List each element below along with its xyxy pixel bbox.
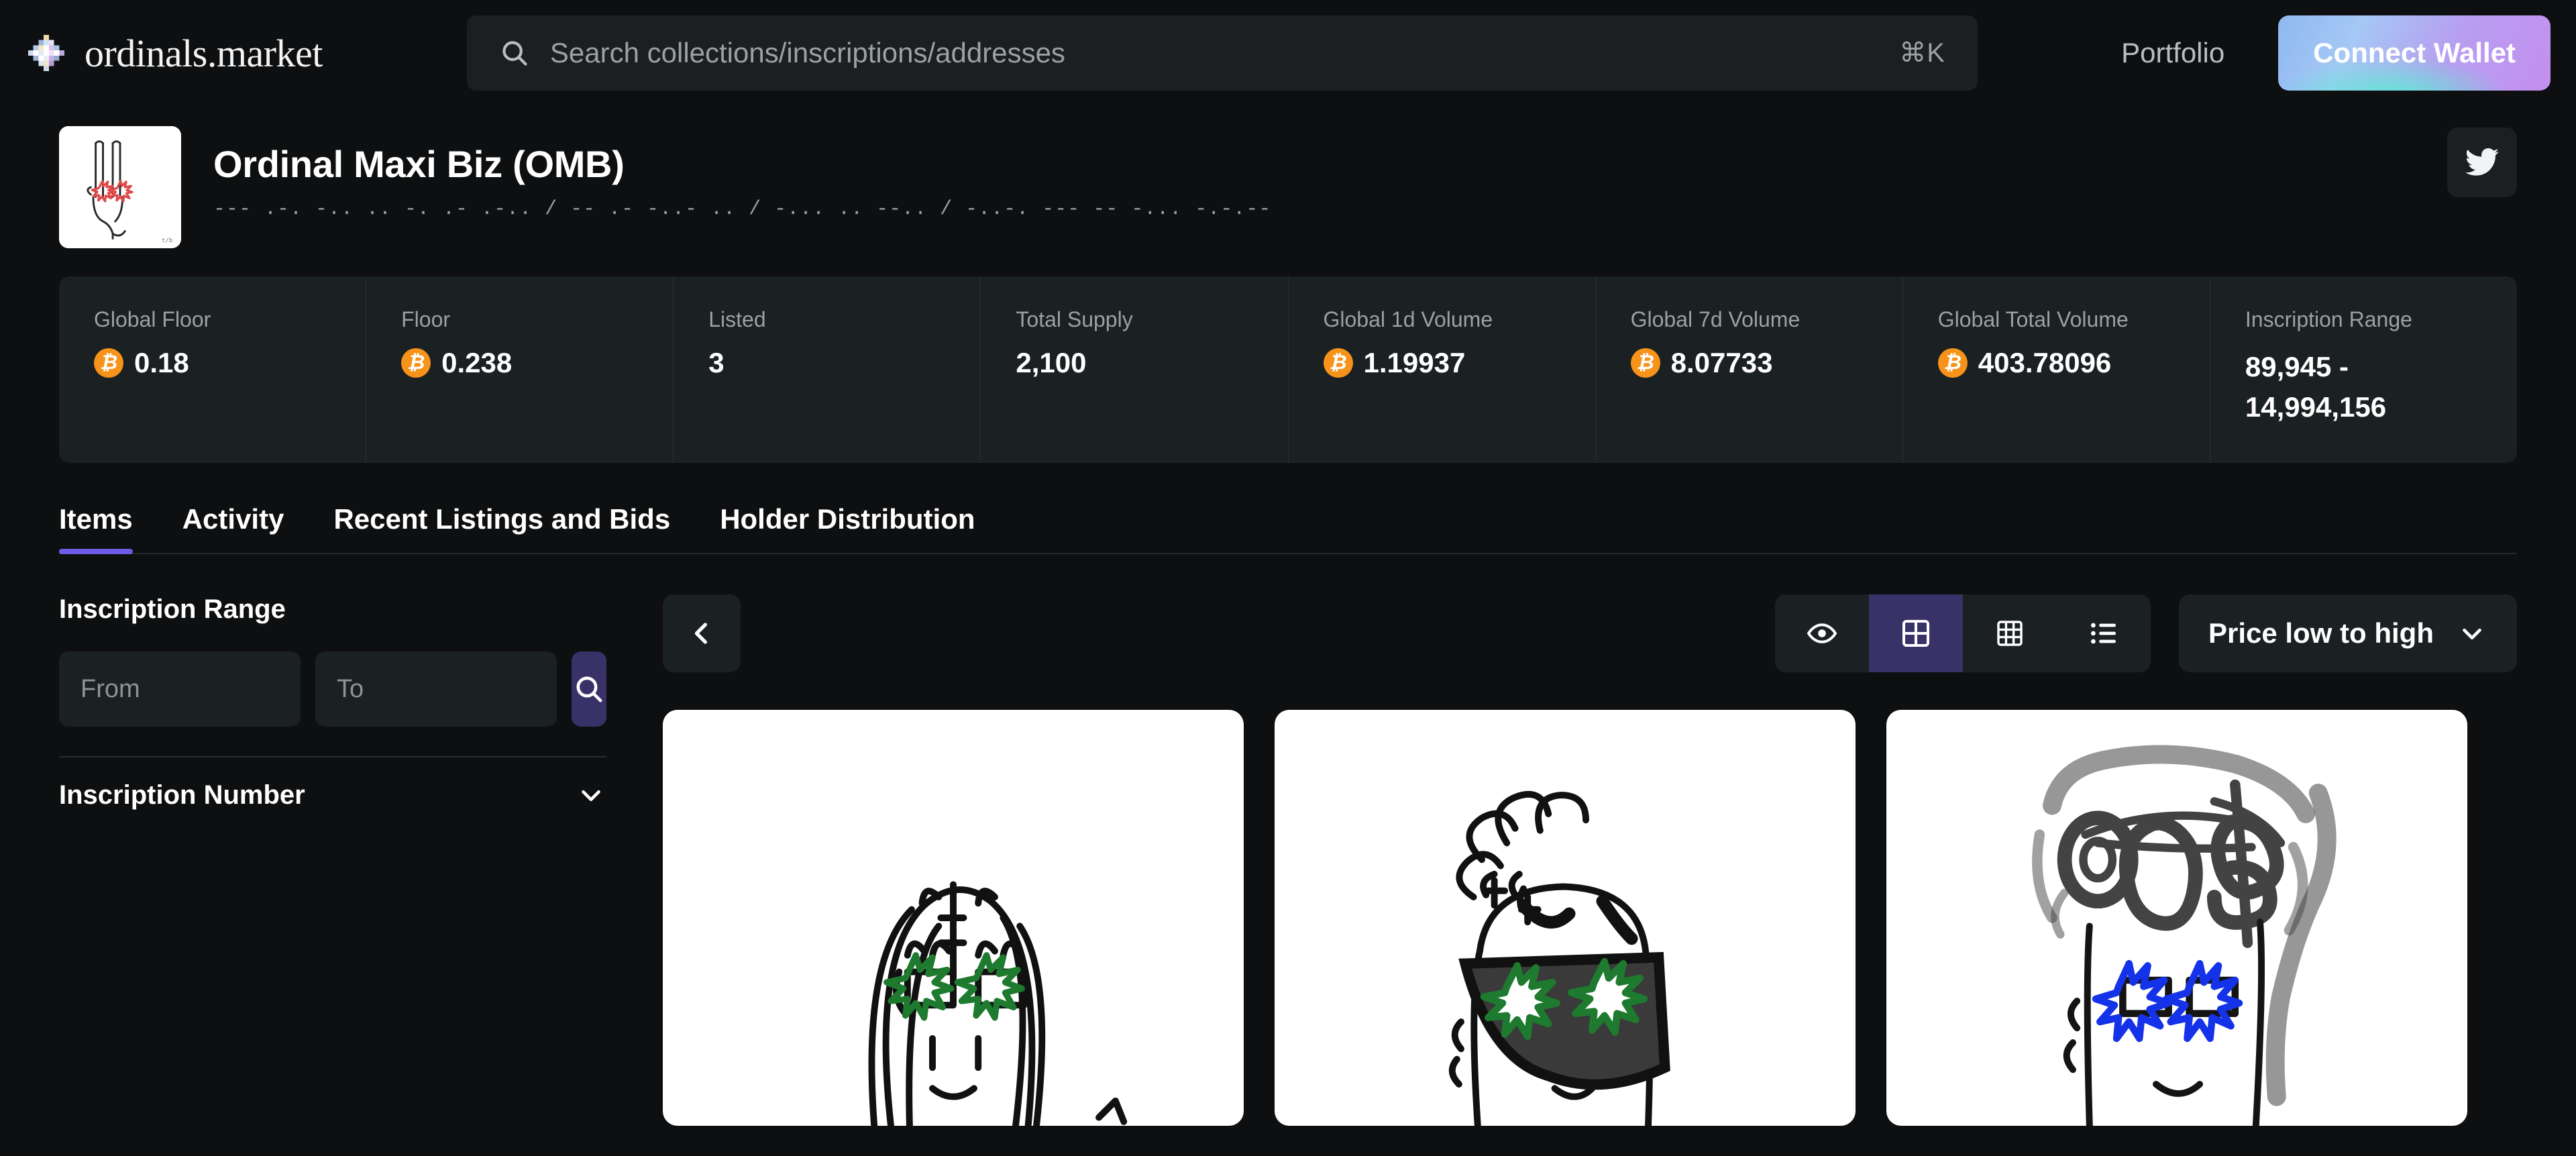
stat-inscription-range: Inscription Range 89,945 - 14,994,156: [2210, 276, 2517, 463]
sidebar-section-label: Inscription Number: [59, 780, 305, 810]
stat-value-row: ₿ 8.07733: [1630, 347, 1902, 379]
collection-title: Ordinal Maxi Biz (OMB): [213, 143, 625, 185]
portfolio-link[interactable]: Portfolio: [2121, 37, 2224, 69]
collection-header: t/b Ordinal Maxi Biz (OMB) --- .-. -.. .…: [0, 106, 2576, 248]
sort-dropdown-label: Price low to high: [2208, 617, 2434, 649]
bitcoin-icon: ₿: [1323, 348, 1353, 378]
search-icon: [502, 41, 527, 66]
stat-value: 403.78096: [1978, 347, 2112, 378]
inscription-card-3[interactable]: [1886, 710, 2467, 1126]
stat-value: 2,100: [1016, 347, 1087, 378]
stat-value-row: 2,100: [1016, 347, 1287, 379]
collection-subtitle: --- .-. -.. .. -. .- .-.. / -- .- -..- .…: [213, 198, 1272, 221]
twitter-icon: [2465, 148, 2499, 176]
items-toolbar: Price low to high: [663, 594, 2517, 672]
stat-value-row: ₿ 1.19937: [1323, 347, 1595, 379]
brand-logo-link[interactable]: ordinals.market: [25, 31, 323, 76]
sort-dropdown-button[interactable]: Price low to high: [2178, 594, 2517, 672]
grid-2x2-icon: [1902, 620, 1929, 647]
stat-value-row: 3: [708, 347, 980, 379]
bitcoin-icon: ₿: [1937, 348, 1968, 378]
search-icon: [576, 676, 602, 702]
stat-label: Global Floor: [94, 307, 211, 331]
eye-icon: [1807, 623, 1837, 643]
collection-avatar-art: t/b: [59, 126, 181, 248]
stat-listed: Listed 3: [674, 276, 981, 463]
stat-value: 3: [708, 347, 724, 378]
sidebar-section-inscription-number[interactable]: Inscription Number: [59, 757, 606, 833]
stat-label: Total Supply: [1016, 307, 1133, 331]
grid-dense-view-button[interactable]: [1963, 594, 2057, 672]
bitcoin-icon: ₿: [401, 348, 431, 378]
preview-view-button[interactable]: [1775, 594, 1869, 672]
search-bar[interactable]: ⌘K: [466, 15, 1978, 91]
inscription-art-omb-graffiti-hair: [1969, 710, 2385, 1126]
stat-value-row: ₿ 0.18: [94, 347, 366, 379]
stat-value-row: ₿ 0.238: [401, 347, 673, 379]
inscription-from-input[interactable]: [59, 651, 301, 727]
brand-name: ordinals.market: [85, 31, 323, 75]
toolbar-right-group: Price low to high: [1774, 594, 2517, 672]
tab-holder-distribution[interactable]: Holder Distribution: [720, 503, 975, 553]
list-view-button[interactable]: [2057, 594, 2151, 672]
stat-value-row: ₿ 403.78096: [1937, 347, 2210, 379]
grid-large-view-button[interactable]: [1868, 594, 1963, 672]
search-shortcut-hint: ⌘K: [1899, 38, 1945, 68]
stat-global-1d-volume: Global 1d Volume ₿ 1.19937: [1289, 276, 1596, 463]
items-content: Price low to high: [663, 594, 2517, 1126]
stat-global-7d-volume: Global 7d Volume ₿ 8.07733: [1596, 276, 1903, 463]
stat-label: Global Total Volume: [1937, 307, 2129, 331]
inscription-art-curly-bitcoin-hair-sunglasses: [1357, 710, 1773, 1126]
stat-value: 0.238: [441, 347, 513, 378]
view-mode-group: [1774, 594, 2151, 672]
tab-recent-listings-and-bids[interactable]: Recent Listings and Bids: [333, 503, 670, 553]
stat-label: Floor: [401, 307, 451, 331]
grid-dense-icon: [1997, 621, 2023, 646]
list-icon: [2090, 623, 2116, 644]
chevron-left-icon: [694, 623, 708, 644]
twitter-link-button[interactable]: [2447, 127, 2517, 197]
stat-floor: Floor ₿ 0.238: [366, 276, 674, 463]
stat-value: 1.19937: [1363, 347, 1466, 378]
inscription-art-long-hair-bitcoin-forehead: [745, 710, 1161, 1126]
collapse-filters-button[interactable]: [663, 594, 741, 672]
stat-label: Global 1d Volume: [1323, 307, 1493, 331]
collection-stats: Global Floor ₿ 0.18 Floor ₿ 0.238 Listed…: [59, 276, 2517, 463]
header-actions: Portfolio Connect Wallet: [2121, 15, 2551, 91]
stat-value: 89,945 - 14,994,156: [2245, 351, 2387, 423]
bitcoin-icon: ₿: [1630, 348, 1660, 378]
inscription-card-grid: [663, 710, 2517, 1126]
page-body: Inscription Range Inscription Number: [0, 594, 2576, 1126]
svg-text:t/b: t/b: [162, 238, 172, 244]
tab-activity[interactable]: Activity: [182, 503, 284, 553]
inscription-range-row: [59, 651, 606, 727]
connect-wallet-button[interactable]: Connect Wallet: [2278, 15, 2551, 91]
inscription-card-2[interactable]: [1275, 710, 1856, 1126]
chevron-down-icon: [2463, 628, 2481, 640]
stat-value: 0.18: [134, 347, 189, 378]
stat-label: Global 7d Volume: [1630, 307, 1801, 331]
search-input[interactable]: [549, 37, 1880, 69]
bitcoin-icon: ₿: [94, 348, 123, 378]
tab-items[interactable]: Items: [59, 503, 133, 554]
collection-tabs: Items Activity Recent Listings and Bids …: [59, 503, 2517, 554]
inscription-range-filter-title: Inscription Range: [59, 594, 286, 624]
stat-global-floor: Global Floor ₿ 0.18: [59, 276, 367, 463]
snowflake-logo-icon: [28, 34, 65, 72]
stat-total-supply: Total Supply 2,100: [981, 276, 1289, 463]
filters-sidebar: Inscription Range Inscription Number: [59, 594, 663, 1126]
collection-title-block: Ordinal Maxi Biz (OMB) --- .-. -.. .. -.…: [213, 126, 1271, 221]
stat-label: Inscription Range: [2245, 307, 2412, 331]
stat-global-total-volume: Global Total Volume ₿ 403.78096: [1903, 276, 2210, 463]
inscription-range-search-button[interactable]: [572, 651, 606, 727]
top-header: ordinals.market ⌘K Portfolio Connect Wal…: [0, 0, 2576, 106]
stat-label: Listed: [708, 307, 766, 331]
inscription-to-input[interactable]: [315, 651, 557, 727]
inscription-card-1[interactable]: [663, 710, 1244, 1126]
stat-value: 8.07733: [1670, 347, 1773, 378]
collection-avatar[interactable]: t/b: [59, 126, 181, 248]
chevron-down-icon: [582, 790, 600, 802]
